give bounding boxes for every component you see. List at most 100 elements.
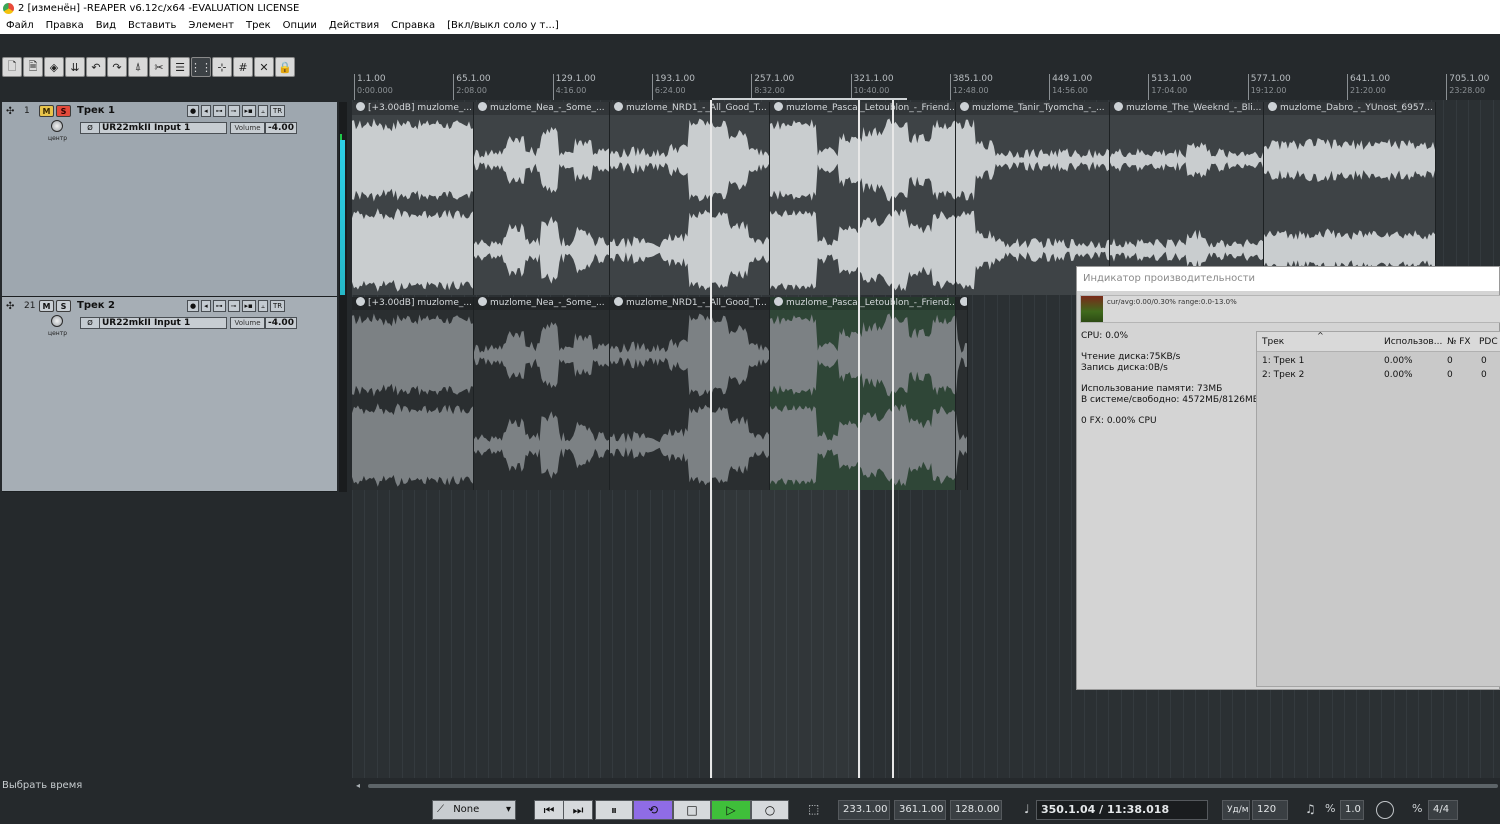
item-properties-icon[interactable]	[478, 102, 487, 111]
tr-button[interactable]: TR	[270, 300, 286, 312]
record-arm-icon[interactable]: ●	[187, 300, 200, 312]
selection-start[interactable]: 233.1.00	[838, 800, 890, 820]
pan-knob[interactable]	[51, 315, 63, 327]
solo-button[interactable]: S	[56, 300, 71, 312]
project-settings-icon[interactable]: ⇊	[65, 57, 85, 77]
record-button[interactable]: ○	[751, 800, 789, 820]
item-properties-icon[interactable]	[356, 102, 365, 111]
selection-length[interactable]: 128.0.00	[950, 800, 1002, 820]
grouping-icon[interactable]: ☰	[170, 57, 190, 77]
media-item-header[interactable]: muzlome_Nea_-_Some_...	[474, 102, 609, 115]
phase-button[interactable]: Ø	[80, 122, 100, 134]
col-track[interactable]: Трек	[1262, 332, 1284, 352]
track-panel-1[interactable]: ✣ 1 M S Трек 1 ● ◂ ⊶ ⊸ ▸▪ ⫠ TR центр Ø U…	[2, 102, 337, 297]
playrate-value[interactable]: 1.0	[1340, 800, 1364, 820]
item-properties-icon[interactable]	[1114, 102, 1123, 111]
metronome-icon[interactable]: ⍋	[128, 57, 148, 77]
col-fx[interactable]: № FX	[1447, 332, 1471, 352]
menu-edit[interactable]: Правка	[46, 20, 84, 31]
item-properties-icon[interactable]	[960, 102, 969, 111]
media-item[interactable]: muzlome_Pascal_Letoublon_-_Friend...	[770, 102, 956, 295]
tr-button[interactable]: TR	[270, 105, 286, 117]
track-name[interactable]: Трек 1	[77, 105, 115, 116]
open-project-icon[interactable]: 🗎	[23, 57, 43, 77]
undo-icon[interactable]: ↶	[86, 57, 106, 77]
scroll-thumb[interactable]	[368, 784, 1498, 788]
solo-button[interactable]: S	[56, 105, 71, 117]
menu-view[interactable]: Вид	[96, 20, 116, 31]
item-properties-icon[interactable]	[1268, 102, 1277, 111]
media-item-header[interactable]: muzlome_The_Weeknd_-_Bli...	[1110, 102, 1263, 115]
timeline-ruler[interactable]: 1.1.00 0:00.000 65.1.00 2:08.00 129.1.00 4:16…	[352, 74, 1500, 100]
menu-options[interactable]: Опции	[283, 20, 317, 31]
input-select[interactable]: UR22mkII Input 1	[99, 122, 227, 134]
track-env-icon[interactable]: ✣	[6, 301, 14, 312]
fx-bypass-icon[interactable]: ⊸	[227, 300, 240, 312]
snap-select[interactable]: ⟋ None ▾	[432, 800, 516, 820]
media-item-header[interactable]: muzlome_Tanir_Tyomcha_-_...	[956, 102, 1109, 115]
save-project-icon[interactable]: ◈	[44, 57, 64, 77]
media-item-header[interactable]: muzlome_Nea_-_Some_...	[474, 297, 609, 310]
envelope-icon[interactable]: ⫠	[257, 300, 269, 312]
new-project-icon[interactable]: 🗋	[2, 57, 22, 77]
record-arm-icon[interactable]: ●	[187, 105, 200, 117]
grid-icon[interactable]: #	[233, 57, 253, 77]
go-to-start-button[interactable]: ⏮	[534, 800, 564, 820]
volume-value[interactable]: -4.00	[265, 122, 297, 134]
track-env-icon[interactable]: ✣	[6, 106, 14, 117]
media-item[interactable]: muzlome_NRD1_-_All_Good_T...	[610, 297, 770, 490]
snap-icon[interactable]: ⊹	[212, 57, 232, 77]
item-properties-icon[interactable]	[774, 297, 783, 306]
monitor-icon[interactable]: ◂	[201, 105, 211, 117]
go-to-end-button[interactable]: ⏭	[563, 800, 593, 820]
crossfade-icon[interactable]: ✕	[254, 57, 274, 77]
performance-window[interactable]: Индикатор производительности cur/avg:0.0…	[1076, 266, 1500, 690]
stop-button[interactable]: □	[673, 800, 711, 820]
fx-bypass-icon[interactable]: ⊸	[227, 105, 240, 117]
mute-button[interactable]: M	[39, 105, 54, 117]
menu-solo-toggle[interactable]: [Вкл/выкл соло у т...]	[447, 20, 559, 31]
media-item-header[interactable]: muzlome_Dabro_-_YUnost_6957...	[1264, 102, 1435, 115]
track-panel-2[interactable]: ✣ 21 M S Трек 2 ● ◂ ⊶ ⊸ ▸▪ ⫠ TR центр Ø …	[2, 297, 337, 492]
route-icon[interactable]: ⊶	[212, 105, 226, 117]
media-item-header[interactable]: muzlome_NRD1_-_All_Good_T...	[610, 297, 769, 310]
media-item-header[interactable]: muzlome_Tanir_Tyomcha	[956, 297, 967, 310]
media-item[interactable]: muzlome_Pascal_Letoublon_-_Friend...	[770, 297, 956, 490]
tap-tempo-icon[interactable]: ♫	[1305, 802, 1316, 816]
performance-table[interactable]: Трек ^ Использов... № FX PDC 1: Трек 1 0…	[1256, 331, 1500, 687]
col-usage[interactable]: Использов...	[1384, 332, 1442, 352]
item-properties-icon[interactable]	[614, 102, 623, 111]
redo-icon[interactable]: ↷	[107, 57, 127, 77]
volume-value[interactable]: -4.00	[265, 317, 297, 329]
playrate-knob-icon[interactable]	[1376, 801, 1394, 819]
table-row[interactable]: 1: Трек 1 0.00% 0 0	[1257, 354, 1500, 368]
menu-item[interactable]: Элемент	[188, 20, 234, 31]
repeat-button[interactable]: ⟲	[633, 800, 673, 820]
media-item[interactable]: muzlome_Tanir_Tyomcha	[956, 297, 968, 490]
tempo-value[interactable]: 120	[1252, 800, 1288, 820]
media-item[interactable]: [+3.00dB] muzlome_...	[352, 102, 474, 295]
selection-end[interactable]: 361.1.00	[894, 800, 946, 820]
media-item[interactable]: muzlome_Nea_-_Some_...	[474, 102, 610, 295]
route-icon[interactable]: ⊶	[212, 300, 226, 312]
menu-track[interactable]: Трек	[246, 20, 271, 31]
play-button[interactable]: ▷	[711, 800, 751, 820]
media-item[interactable]: muzlome_NRD1_-_All_Good_T...	[610, 102, 770, 295]
time-signature[interactable]: 4/4	[1428, 800, 1458, 820]
menu-insert[interactable]: Вставить	[128, 20, 176, 31]
input-select[interactable]: UR22mkII Input 1	[99, 317, 227, 329]
item-properties-icon[interactable]	[356, 297, 365, 306]
item-properties-icon[interactable]	[614, 297, 623, 306]
media-item-header[interactable]: [+3.00dB] muzlome_...	[352, 297, 473, 310]
col-pdc[interactable]: PDC	[1479, 332, 1498, 352]
position-display[interactable]: 350.1.04 / 11:38.018	[1036, 800, 1208, 820]
media-item-header[interactable]: muzlome_Pascal_Letoublon_-_Friend...	[770, 102, 955, 115]
envelope-icon[interactable]: ⫠	[257, 105, 269, 117]
pan-knob[interactable]	[51, 120, 63, 132]
item-grouping-icon[interactable]: ⋮⋮	[190, 57, 212, 77]
item-properties-icon[interactable]	[774, 102, 783, 111]
horizontal-scrollbar[interactable]: ◂	[356, 781, 1500, 791]
item-properties-icon[interactable]	[478, 297, 487, 306]
rec-mode-icon[interactable]: ▸▪	[241, 105, 256, 117]
performance-title[interactable]: Индикатор производительности	[1077, 267, 1499, 291]
